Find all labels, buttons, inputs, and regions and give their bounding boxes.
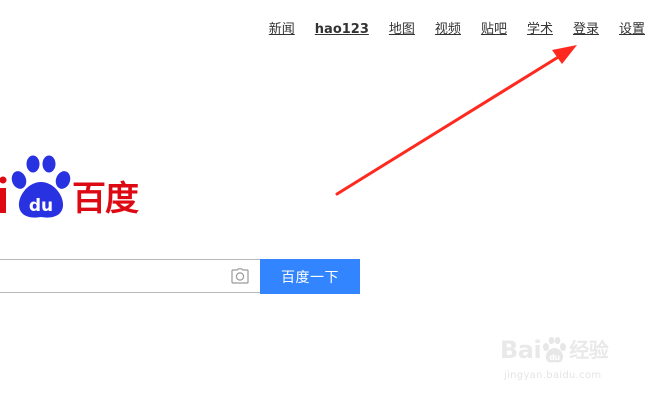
nav-link-map[interactable]: 地图 (389, 21, 415, 39)
top-nav: 新闻 hao123 地图 视频 贴吧 学术 登录 设置 (249, 21, 645, 39)
baidu-logo: du 百度 (0, 148, 160, 228)
search-button[interactable]: 百度一下 (260, 259, 360, 294)
watermark-paw-icon: du (543, 336, 567, 363)
watermark-product-text: 经验 (569, 338, 609, 362)
logo-wordmark: 百度 (72, 179, 139, 219)
watermark-url: jingyan.baidu.com (504, 370, 602, 381)
search-input[interactable] (5, 260, 219, 294)
baidu-homepage: 新闻 hao123 地图 视频 贴吧 学术 登录 设置 du 百度 百度一下 B… (0, 0, 666, 408)
watermark-brand: Bai du 经验 (500, 334, 609, 366)
nav-link-tieba[interactable]: 贴吧 (481, 21, 507, 39)
nav-link-news[interactable]: 新闻 (269, 21, 295, 39)
svg-text:du: du (550, 353, 561, 362)
nav-link-hao123[interactable]: hao123 (315, 21, 369, 39)
watermark-brand-text: Bai (500, 336, 542, 364)
svg-text:du: du (29, 196, 53, 216)
nav-link-settings[interactable]: 设置 (619, 21, 645, 39)
camera-icon[interactable] (231, 268, 249, 284)
nav-link-video[interactable]: 视频 (435, 21, 461, 39)
search-box (0, 259, 260, 294)
baidu-jingyan-watermark: Bai du 经验 jingyan.baidu.com (500, 334, 630, 394)
nav-link-login[interactable]: 登录 (573, 21, 599, 39)
nav-link-scholar[interactable]: 学术 (527, 21, 553, 39)
